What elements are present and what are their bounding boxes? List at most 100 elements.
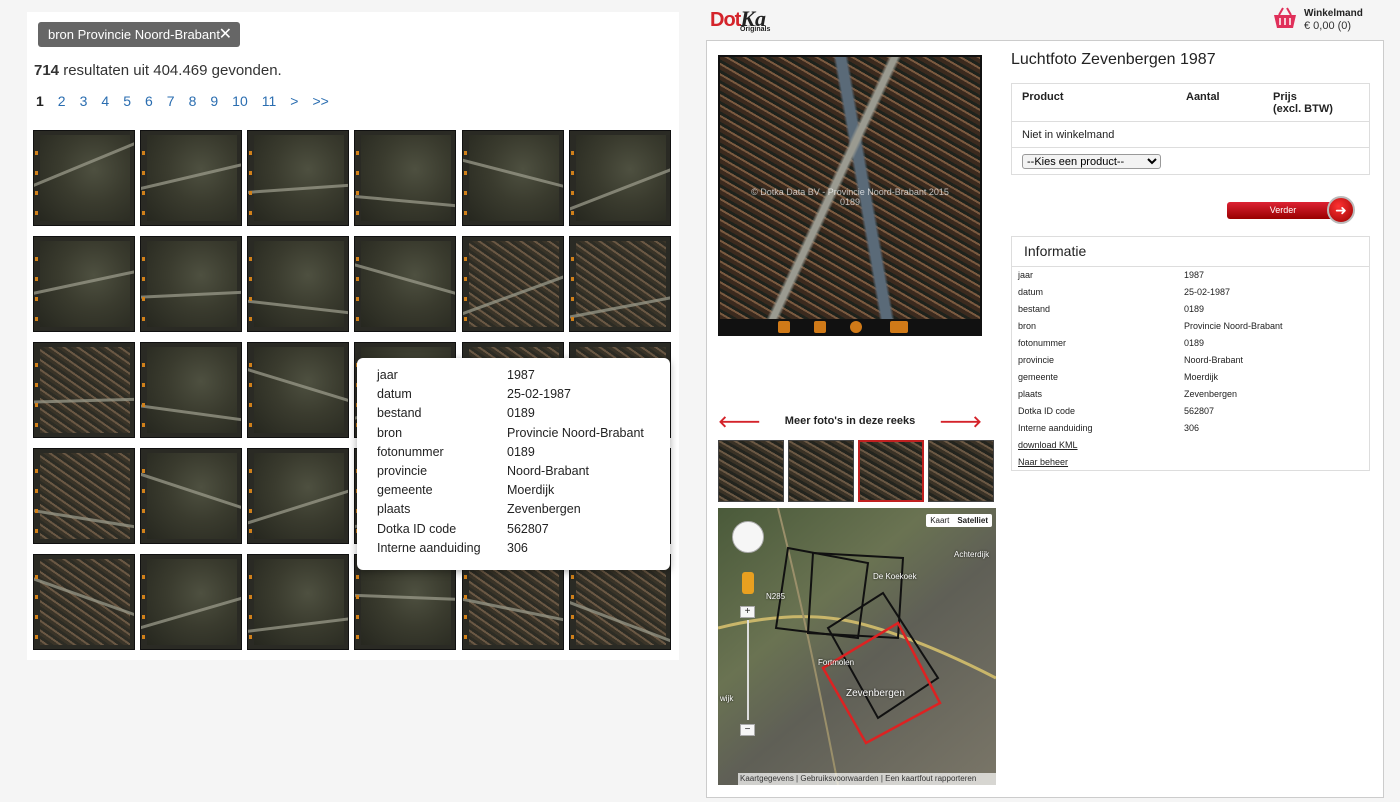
popup-value: 1987 xyxy=(507,368,535,382)
download-kml-link[interactable]: download KML xyxy=(1018,440,1283,457)
photo-thumbnail[interactable] xyxy=(140,236,242,332)
photo-thumbnail[interactable] xyxy=(569,130,671,226)
cart-title: Winkelmand xyxy=(1304,8,1363,19)
photo-thumbnail[interactable] xyxy=(247,342,349,438)
pan-control-icon[interactable] xyxy=(732,521,764,553)
film-marker xyxy=(464,191,467,195)
popup-value: 562807 xyxy=(507,521,549,536)
photo-thumbnail[interactable] xyxy=(33,130,135,226)
info-key: gemeente xyxy=(1018,372,1059,382)
page-link[interactable]: 4 xyxy=(101,93,109,109)
page-link[interactable]: 11 xyxy=(262,93,277,109)
photo-thumbnail[interactable] xyxy=(140,342,242,438)
shopping-cart[interactable]: Winkelmand € 0,00 (0) xyxy=(1272,6,1392,34)
thumbnail-image xyxy=(361,559,451,645)
film-marker xyxy=(142,277,145,281)
film-marker xyxy=(249,423,252,427)
product-select[interactable]: --Kies een product-- xyxy=(1022,154,1161,169)
film-marker xyxy=(142,595,145,599)
info-row: Dotka ID code 562807 xyxy=(1018,406,1283,423)
film-marker xyxy=(35,363,38,367)
film-marker xyxy=(571,595,574,599)
arrow-right-icon[interactable]: 🡒 xyxy=(939,411,982,432)
satellite-map[interactable]: Kaart Satelliet + − Achterdijk De Koekoe… xyxy=(718,508,996,785)
photo-thumbnail[interactable] xyxy=(462,130,564,226)
page-link[interactable]: 6 xyxy=(145,93,153,109)
film-marker xyxy=(356,595,359,599)
popup-row: bestand 0189 xyxy=(377,406,670,425)
page-link[interactable]: 1 xyxy=(36,93,44,109)
film-marker xyxy=(356,211,359,215)
page-link[interactable]: 10 xyxy=(232,93,248,109)
film-marker xyxy=(571,171,574,175)
naar-beheer-link[interactable]: Naar beheer xyxy=(1018,457,1283,474)
film-marker xyxy=(142,529,145,533)
film-marker xyxy=(35,383,38,387)
close-icon[interactable]: ✕ xyxy=(219,22,232,47)
photo-thumbnail[interactable] xyxy=(33,236,135,332)
film-marker xyxy=(356,277,359,281)
film-marker xyxy=(35,297,38,301)
next-page-link[interactable]: > xyxy=(290,93,298,109)
map-footer[interactable]: Kaartgegevens | Gebruiksvoorwaarden | Ee… xyxy=(738,773,996,785)
photo-thumbnail[interactable] xyxy=(247,448,349,544)
page-link[interactable]: 9 xyxy=(210,93,218,109)
film-marker xyxy=(571,151,574,155)
photo-thumbnail[interactable] xyxy=(140,448,242,544)
photo-thumbnail[interactable] xyxy=(33,342,135,438)
photo-thumbnail[interactable] xyxy=(247,236,349,332)
page-link[interactable]: 2 xyxy=(58,93,66,109)
popup-value: Zevenbergen xyxy=(507,502,581,517)
page-link[interactable]: 7 xyxy=(167,93,175,109)
filter-chip[interactable]: bron Provincie Noord-Brabant ✕ xyxy=(38,22,240,47)
zoom-slider[interactable] xyxy=(747,620,749,720)
thumbnail-image xyxy=(40,453,130,539)
series-thumbnail-selected[interactable] xyxy=(858,440,924,502)
series-thumbnail[interactable] xyxy=(718,440,784,502)
popup-value: 25-02-1987 xyxy=(507,387,571,402)
film-marker xyxy=(142,151,145,155)
satellite-button[interactable]: Satelliet xyxy=(953,514,992,527)
photo-thumbnail[interactable] xyxy=(354,130,456,226)
film-marker xyxy=(571,211,574,215)
photo-thumbnail[interactable] xyxy=(462,236,564,332)
photo-thumbnail[interactable] xyxy=(33,448,135,544)
verder-label: Verder xyxy=(1227,202,1339,219)
map-button[interactable]: Kaart xyxy=(926,514,953,527)
arrow-right-icon: ➜ xyxy=(1327,196,1355,224)
main-aerial-photo[interactable]: © Dotka Data BV - Provincie Noord-Braban… xyxy=(718,55,982,336)
verder-button[interactable]: Verder ➜ xyxy=(1227,196,1355,224)
popup-value: Moerdijk xyxy=(507,483,555,498)
street-view-pegman-icon[interactable] xyxy=(742,572,754,594)
popup-key: fotonummer xyxy=(377,444,444,459)
series-thumbnail[interactable] xyxy=(928,440,994,502)
popup-value: Provincie Noord-Brabant xyxy=(507,425,644,440)
photo-thumbnail[interactable] xyxy=(140,130,242,226)
page-link[interactable]: 5 xyxy=(123,93,131,109)
film-marker xyxy=(142,383,145,387)
page-link[interactable]: 3 xyxy=(80,93,88,109)
last-page-link[interactable]: >> xyxy=(312,93,328,109)
photo-thumbnail[interactable] xyxy=(569,236,671,332)
film-marker xyxy=(571,615,574,619)
photo-thumbnail[interactable] xyxy=(247,130,349,226)
photo-thumbnail[interactable] xyxy=(354,236,456,332)
thumbnail-image xyxy=(254,559,344,645)
map-label: Achterdijk xyxy=(954,550,990,559)
dotka-logo[interactable]: DotKa Originals xyxy=(710,6,770,36)
info-title: Informatie xyxy=(1024,243,1087,259)
film-marker xyxy=(35,509,38,513)
zoom-in-button[interactable]: + xyxy=(740,606,755,618)
series-thumbnail[interactable] xyxy=(788,440,854,502)
film-marker xyxy=(778,321,790,333)
info-value: 306 xyxy=(1184,423,1200,433)
photo-thumbnail[interactable] xyxy=(247,554,349,650)
zoom-out-button[interactable]: − xyxy=(740,724,755,736)
film-marker xyxy=(464,615,467,619)
results-count: 714 resultaten uit 404.469 gevonden. xyxy=(34,62,282,79)
page-link[interactable]: 8 xyxy=(189,93,197,109)
photo-thumbnail[interactable] xyxy=(33,554,135,650)
film-marker xyxy=(249,469,252,473)
map-label: De Koekoek xyxy=(873,572,917,581)
photo-thumbnail[interactable] xyxy=(140,554,242,650)
